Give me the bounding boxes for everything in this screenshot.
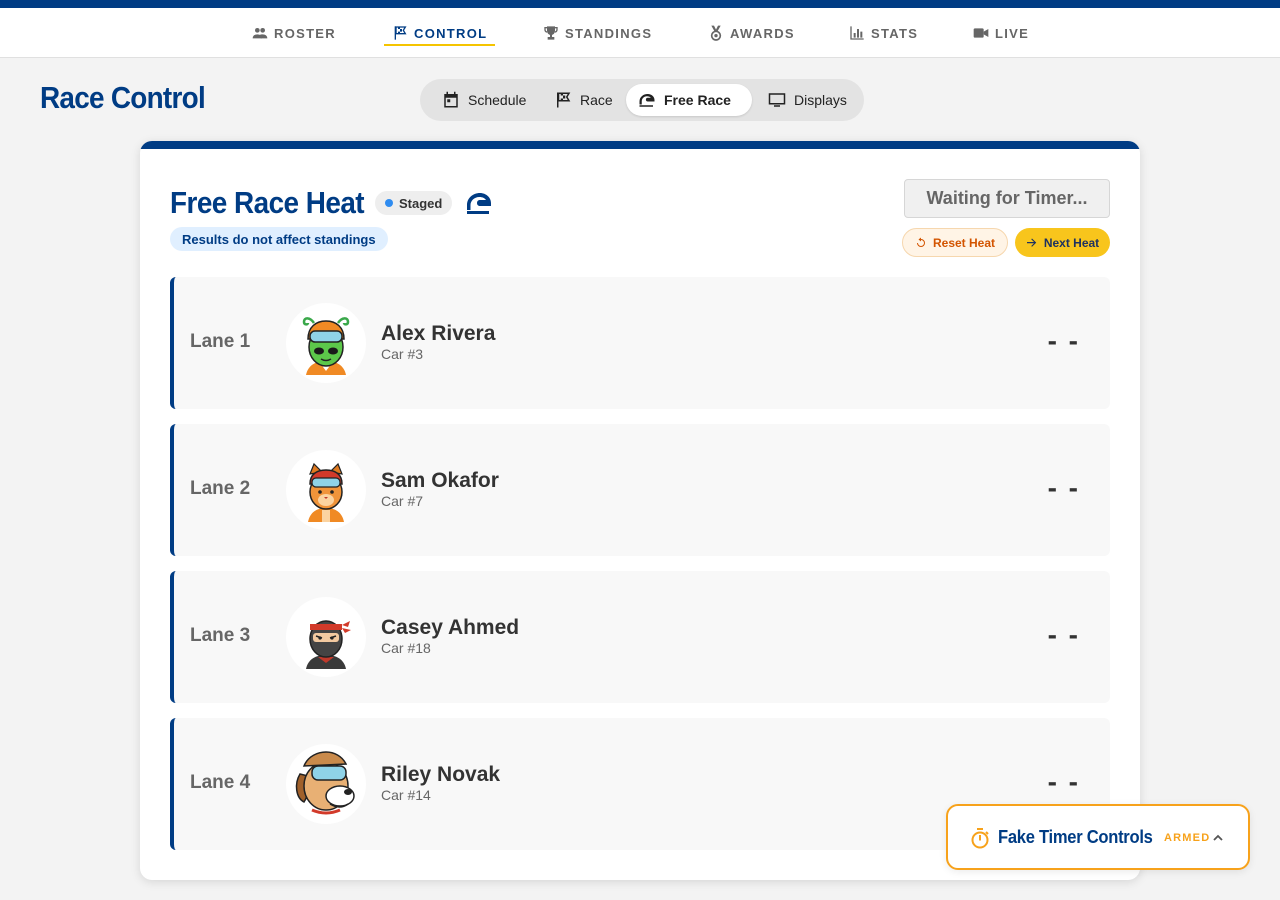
trophy-icon	[544, 26, 558, 40]
medal-icon	[710, 25, 722, 41]
nav-roster[interactable]: ROSTER	[252, 8, 336, 58]
nav-stats-label: STATS	[871, 25, 919, 41]
tab-displays-label: Displays	[794, 92, 847, 108]
alien-avatar	[286, 303, 366, 383]
group-icon	[252, 28, 268, 39]
lane-label: Lane 2	[190, 478, 251, 499]
refresh-icon	[916, 237, 925, 247]
monitor-icon	[768, 93, 786, 107]
bar-chart-icon	[850, 26, 864, 40]
armed-badge: ARMED	[1164, 832, 1211, 844]
dog-avatar	[286, 744, 366, 824]
card-accent-bar	[140, 141, 1140, 149]
lane-time: - -	[1047, 325, 1080, 356]
next-heat-label: Next Heat	[1043, 235, 1100, 250]
tab-free-race-label: Free Race	[664, 92, 731, 108]
reset-heat-button[interactable]: Reset Heat	[902, 228, 1008, 257]
video-icon	[973, 28, 989, 38]
nav-roster-label: ROSTER	[274, 25, 336, 41]
nav-awards[interactable]: AWARDS	[708, 8, 795, 58]
main-nav: ROSTER CONTROL STANDINGS AWARDS STATS LI…	[0, 8, 1280, 58]
helmet-icon	[639, 94, 655, 107]
car-number: Car #14	[381, 787, 431, 803]
nav-standings[interactable]: STANDINGS	[543, 8, 652, 58]
lane-label: Lane 4	[190, 772, 251, 793]
flag-icon	[557, 92, 571, 108]
racer-name: Casey Ahmed	[381, 616, 520, 639]
status-dot	[385, 199, 393, 207]
page-title: Race Control	[40, 80, 206, 115]
next-heat-button[interactable]: Next Heat	[1015, 228, 1110, 257]
nav-live-label: LIVE	[995, 25, 1030, 41]
heat-card: Free Race Heat Staged Results do not aff…	[140, 141, 1140, 880]
status-badge: Staged	[375, 191, 453, 215]
mode-switcher: Schedule Race Free Race Displays	[420, 79, 864, 121]
lane-time: - -	[1047, 619, 1080, 650]
helmet-icon	[467, 193, 491, 214]
nav-control-label: CONTROL	[414, 25, 488, 41]
chevron-up-icon[interactable]	[1212, 832, 1224, 844]
stopwatch-icon	[971, 828, 989, 849]
status-badge-label: Staged	[399, 195, 443, 211]
racer-name: Sam Okafor	[381, 469, 499, 492]
active-tab-underline	[384, 44, 496, 46]
car-number: Car #18	[381, 640, 431, 656]
nav-control[interactable]: CONTROL	[384, 8, 496, 58]
nav-stats[interactable]: STATS	[849, 8, 918, 58]
lane-label: Lane 1	[190, 331, 251, 352]
flag-icon	[394, 26, 407, 40]
calendar-icon	[444, 91, 458, 108]
tab-free-race[interactable]: Free Race	[626, 84, 752, 116]
lane-label: Lane 3	[190, 625, 251, 646]
fake-timer-panel[interactable]: Fake Timer Controls ARMED	[946, 804, 1250, 870]
fake-timer-title: Fake Timer Controls	[998, 827, 1153, 847]
nav-awards-label: AWARDS	[730, 25, 795, 41]
tab-race-label: Race	[580, 92, 613, 108]
timer-status: Waiting for Timer...	[904, 179, 1110, 218]
lane-time: - -	[1047, 766, 1080, 797]
heat-title: Free Race Heat	[170, 185, 365, 220]
arrow-right-icon	[1026, 238, 1037, 247]
ninja-avatar	[286, 597, 366, 677]
reset-heat-label: Reset Heat	[932, 235, 996, 250]
nav-live[interactable]: LIVE	[973, 8, 1029, 58]
car-number: Car #3	[381, 346, 424, 362]
racer-name: Alex Rivera	[381, 322, 496, 345]
tab-schedule[interactable]: Schedule	[430, 84, 538, 116]
nav-standings-label: STANDINGS	[565, 25, 653, 41]
tab-displays[interactable]: Displays	[756, 84, 859, 116]
tab-race[interactable]: Race	[542, 84, 625, 116]
lane-row: Lane 2 Sam Okafor Car #7 - -	[170, 424, 1110, 556]
lane-time: - -	[1047, 472, 1080, 503]
lane-row: Lane 1 Alex Rivera Car #3 - -	[170, 277, 1110, 409]
lane-row: Lane 3 Casey Ahmed Car #18 - -	[170, 571, 1110, 703]
cat-avatar	[286, 450, 366, 530]
tab-schedule-label: Schedule	[468, 92, 527, 108]
top-accent-bar	[0, 0, 1280, 8]
racer-name: Riley Novak	[381, 763, 501, 786]
car-number: Car #7	[381, 493, 424, 509]
standings-note: Results do not affect standings	[170, 227, 388, 251]
